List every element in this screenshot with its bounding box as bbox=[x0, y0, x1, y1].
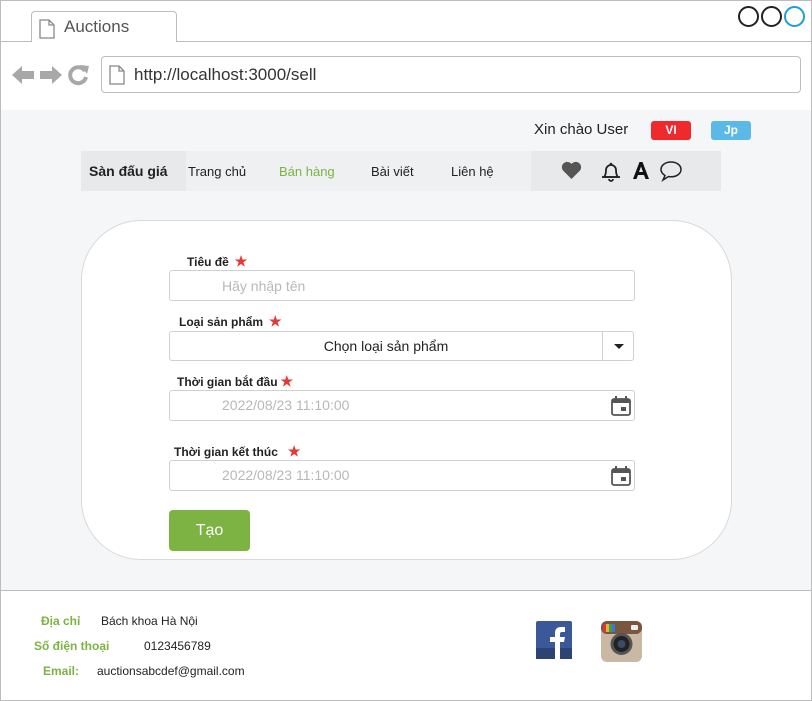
page-content: Xin chào User VI Jp Sàn đấu giá Trang ch… bbox=[0, 110, 812, 590]
end-time-label-text: Thời gian kết thúc bbox=[174, 445, 278, 459]
site-footer: Địa chỉ Bách khoa Hà Nội Số điện thoại 0… bbox=[0, 590, 812, 701]
page-icon bbox=[109, 65, 125, 85]
facebook-icon[interactable] bbox=[536, 621, 572, 659]
url-text: http://localhost:3000/sell bbox=[134, 65, 317, 84]
close-button[interactable] bbox=[784, 6, 805, 27]
minimize-button[interactable] bbox=[738, 6, 759, 27]
bell-icon[interactable] bbox=[600, 160, 622, 182]
heart-icon[interactable] bbox=[561, 161, 582, 180]
lang-vi-button[interactable]: VI bbox=[651, 121, 691, 140]
required-star: ★ bbox=[287, 443, 301, 459]
category-label-text: Loại sản phẩm bbox=[179, 315, 264, 329]
nav-link-sell[interactable]: Bán hàng bbox=[279, 164, 335, 179]
browser-chrome: Auctions http://localhost:3000/sell bbox=[0, 0, 812, 111]
phone-label: Số điện thoại bbox=[34, 639, 110, 653]
address-bar[interactable]: http://localhost:3000/sell bbox=[101, 56, 801, 93]
browser-nav-buttons bbox=[11, 63, 91, 87]
nav-link-home[interactable]: Trang chủ bbox=[188, 164, 246, 179]
restore-button[interactable] bbox=[761, 6, 782, 27]
user-greeting: Xin chào User bbox=[534, 121, 629, 138]
title-label-text: Tiêu đề bbox=[187, 255, 229, 269]
nav-links: Trang chủ Bán hàng Bài viết Liên hệ bbox=[186, 151, 531, 191]
end-time-label: Thời gian kết thúc ★ bbox=[174, 443, 300, 460]
title-label: Tiêu đề ★ bbox=[187, 253, 247, 270]
lang-jp-button[interactable]: Jp bbox=[711, 121, 751, 140]
font-icon[interactable] bbox=[632, 160, 650, 182]
main-navbar: Sàn đấu giá Trang chủ Bán hàng Bài viết … bbox=[81, 151, 721, 191]
window-controls bbox=[738, 6, 805, 27]
required-star: ★ bbox=[280, 373, 294, 389]
tab-title: Auctions bbox=[64, 17, 130, 36]
start-time-value: 2022/08/23 11:10:00 bbox=[222, 397, 350, 413]
required-star: ★ bbox=[269, 313, 282, 329]
address-value: Bách khoa Hà Nội bbox=[101, 614, 198, 628]
forward-arrow-icon[interactable] bbox=[39, 64, 63, 86]
browser-tab[interactable]: Auctions bbox=[31, 11, 177, 42]
address-label: Địa chỉ bbox=[41, 614, 81, 628]
chat-icon[interactable] bbox=[659, 160, 683, 182]
category-select-value: Chọn loại sản phẩm bbox=[323, 338, 449, 354]
email-value: auctionsabcdef@gmail.com bbox=[97, 664, 245, 678]
phone-value: 0123456789 bbox=[144, 639, 211, 653]
category-label: Loại sản phẩm ★ bbox=[179, 313, 282, 330]
start-time-label-text: Thời gian bắt đầu bbox=[177, 375, 278, 389]
nav-link-posts[interactable]: Bài viết bbox=[371, 164, 414, 179]
brand-name[interactable]: Sàn đấu giá bbox=[89, 163, 168, 179]
required-star: ★ bbox=[234, 253, 248, 269]
select-divider bbox=[602, 332, 603, 360]
create-button[interactable]: Tạo bbox=[169, 510, 250, 551]
start-time-label: Thời gian bắt đầu ★ bbox=[177, 373, 293, 390]
email-label: Email: bbox=[43, 664, 80, 678]
calendar-icon[interactable] bbox=[610, 465, 632, 487]
back-arrow-icon[interactable] bbox=[11, 64, 35, 86]
start-time-input[interactable]: 2022/08/23 11:10:00 bbox=[169, 390, 635, 421]
page-icon bbox=[39, 19, 55, 39]
category-select[interactable]: Chọn loại sản phẩm bbox=[169, 331, 634, 361]
create-auction-form: Tiêu đề ★ Loại sản phẩm ★ Chọn loại sản ph… bbox=[81, 220, 732, 560]
reload-icon[interactable] bbox=[67, 63, 91, 87]
calendar-icon[interactable] bbox=[610, 395, 632, 417]
chevron-down-icon[interactable] bbox=[614, 344, 624, 349]
title-input[interactable] bbox=[169, 270, 635, 301]
nav-link-contact[interactable]: Liên hệ bbox=[451, 164, 494, 179]
instagram-icon[interactable] bbox=[601, 621, 642, 662]
end-time-value: 2022/08/23 11:10:00 bbox=[222, 467, 350, 483]
end-time-input[interactable]: 2022/08/23 11:10:00 bbox=[169, 460, 635, 491]
